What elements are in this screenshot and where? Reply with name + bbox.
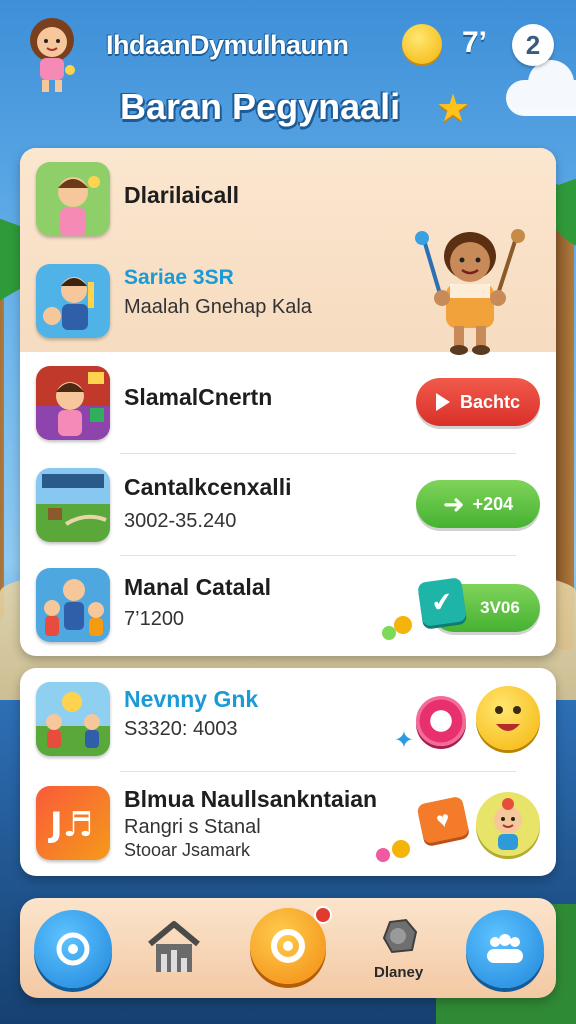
- page-title: Baran Pegynaali: [120, 86, 401, 127]
- arrow-right-icon: ➜: [442, 489, 465, 519]
- go-button-label: +204: [472, 493, 514, 514]
- item-title: SlamalCnertn: [124, 384, 273, 410]
- secondary-list-card: Nevnny Gnk S3320: 4003 ✦ J♬ Blmua Naulls…: [20, 668, 556, 876]
- featured-thumbnail: [36, 264, 110, 338]
- svg-text:J♬: J♬: [48, 805, 93, 845]
- item-thumbnail: J♬: [36, 786, 110, 860]
- item-subtitle-secondary: Stooar Jsamark: [124, 840, 251, 860]
- section-title: Dlarilaicall: [124, 182, 240, 208]
- sparkle-icon: [392, 840, 410, 858]
- bottom-navigation: Dlaney: [20, 898, 556, 998]
- sun-coin-icon[interactable]: [402, 24, 442, 64]
- nav-stone-label: Dlaney: [374, 964, 424, 981]
- smiley-face-icon[interactable]: [476, 686, 540, 750]
- player-avatar[interactable]: [20, 14, 84, 96]
- list-item[interactable]: Nevnny Gnk S3320: 4003 ✦: [20, 668, 556, 772]
- item-title: Blmua Naullsankntaian: [124, 786, 378, 812]
- sparkle-icon: [376, 848, 390, 862]
- section-thumbnail: [36, 162, 110, 236]
- star-sparkle-icon: ✦: [393, 727, 414, 754]
- item-thumbnail: [36, 366, 110, 440]
- target-icon: [34, 910, 112, 988]
- star-icon: ★: [436, 88, 471, 130]
- nav-home-button[interactable]: [144, 916, 204, 981]
- check-badge-icon: ✔: [417, 577, 467, 627]
- claim-button-label: 3V06: [480, 598, 520, 617]
- item-subtitle: 3002-35.240: [124, 510, 237, 532]
- list-item[interactable]: SlamalCnertn Bachtc: [20, 352, 556, 454]
- item-thumbnail: [36, 682, 110, 756]
- item-title: Manal Catalal: [124, 574, 271, 600]
- stone-icon: [376, 914, 420, 963]
- item-title: Nevnny Gnk: [124, 686, 259, 712]
- list-item[interactable]: Manal Catalal 7’1200 3V06 ✔: [20, 556, 556, 656]
- mascot-boy: [410, 220, 530, 356]
- home-icon: [144, 916, 204, 981]
- sparkle-icon: [394, 616, 412, 634]
- item-thumbnail: [36, 568, 110, 642]
- main-list-card: Dlarilaicall Sariae 3SR Maalah Gnehap Ka…: [20, 148, 556, 656]
- header: IhdaanDymulhaunn 7’ 2 Baran Pegynaali ★: [0, 0, 576, 140]
- app-name: IhdaanDymulhaunn: [106, 30, 349, 60]
- nav-friends-button[interactable]: [466, 910, 544, 988]
- item-subtitle: S3320: 4003: [124, 718, 238, 740]
- coin-count: 7’: [462, 26, 488, 59]
- notification-dot: [314, 906, 332, 924]
- target-badge-icon[interactable]: [416, 696, 466, 746]
- list-item[interactable]: Cantalkcenxalli 3002-35.240 ➜ +204: [20, 454, 556, 556]
- featured-title: Sariae 3SR: [124, 266, 234, 289]
- notification-badge[interactable]: 2: [512, 24, 554, 66]
- nav-stone-button[interactable]: [376, 914, 420, 963]
- nav-coin-button[interactable]: [250, 906, 332, 984]
- nav-target-button[interactable]: [34, 910, 112, 988]
- ticket-icon[interactable]: ♥: [416, 795, 470, 845]
- list-item[interactable]: J♬ Blmua Naullsankntaian Rangri s Stanal…: [20, 772, 556, 876]
- friends-icon: [466, 910, 544, 988]
- play-button[interactable]: Bachtc: [416, 378, 540, 426]
- item-title: Cantalkcenxalli: [124, 474, 292, 500]
- go-button[interactable]: ➜ +204: [416, 480, 540, 528]
- play-icon: [435, 393, 450, 411]
- play-button-label: Bachtc: [459, 391, 521, 412]
- item-subtitle: 7’1200: [124, 608, 185, 630]
- item-thumbnail: [36, 468, 110, 542]
- character-badge-icon[interactable]: [476, 792, 540, 856]
- item-subtitle: Rangri s Stanal: [124, 816, 261, 838]
- featured-subtitle: Maalah Gnehap Kala: [124, 296, 312, 318]
